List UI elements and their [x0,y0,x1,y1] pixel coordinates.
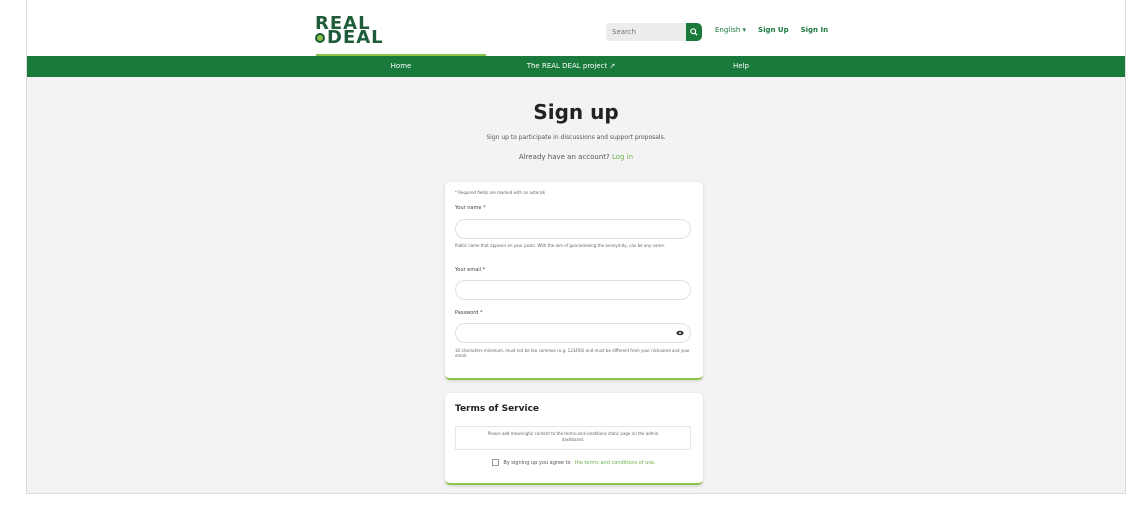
app-frame: REAL DEAL English ▾ Sign Up Sign In [26,0,1126,494]
terms-card: Terms of Service Please add meaningful c… [445,393,703,485]
already-text: Already have an account? [518,153,610,161]
language-label: English [715,26,741,34]
terms-agree-text: By signing up you agree to [503,459,571,466]
search-icon [690,28,698,36]
name-input[interactable] [455,219,691,239]
page-title: Sign up [533,100,619,124]
nav-item-project[interactable]: The REAL DEAL project ↗ [486,56,656,77]
top-header: REAL DEAL English ▾ Sign Up Sign In [27,0,1125,56]
login-link[interactable]: Log in [612,153,633,161]
sign-in-link[interactable]: Sign In [801,26,828,34]
sign-up-link[interactable]: Sign Up [758,26,789,34]
email-label: Your email * [455,267,486,273]
leaf-icon [315,33,325,43]
terms-link[interactable]: the terms and conditions of use. [575,460,656,466]
password-label: Password * [455,310,483,316]
real-deal-logo[interactable]: REAL DEAL [315,15,384,48]
header-links: English ▾ Sign Up Sign In [715,26,828,34]
language-selector[interactable]: English ▾ [715,26,746,34]
password-input[interactable] [455,323,691,343]
eye-icon[interactable] [676,330,684,336]
terms-title: Terms of Service [455,404,540,414]
name-label: Your name * [455,205,486,211]
nav-item-help[interactable]: Help [656,56,826,77]
signup-form-card: * Required fields are marked with an ast… [445,182,703,380]
nav-item-home[interactable]: Home [316,56,486,77]
terms-checkbox[interactable] [492,459,500,466]
name-hint: Public name that appears on your posts. … [455,243,666,248]
page-subtitle: Sign up to participate in discussions an… [486,134,666,141]
already-account: Already have an account? Log in [27,153,1125,161]
caret-down-icon: ▾ [742,26,747,34]
search-input[interactable] [606,23,686,41]
terms-agree-row: By signing up you agree to the terms and… [445,459,703,466]
search-bar [606,23,702,41]
search-button[interactable] [686,23,702,41]
password-hint: 10 characters minimum, must not be too c… [455,348,690,358]
required-note: * Required fields are marked with an ast… [455,190,546,195]
main-nav: Home The REAL DEAL project ↗ Help [27,54,1125,77]
terms-body: Please add meaningful content to the ter… [455,426,691,450]
logo-line2: DEAL [327,27,384,48]
email-input[interactable] [455,280,691,300]
